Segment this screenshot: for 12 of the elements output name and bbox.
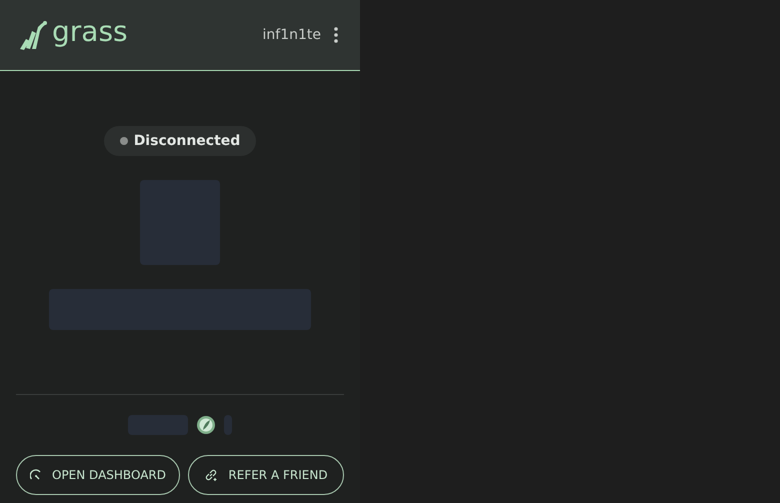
refer-button[interactable]: REFER A FRIEND bbox=[188, 455, 344, 495]
coin-icon bbox=[196, 415, 216, 435]
gauge-icon bbox=[30, 469, 42, 481]
username: inf1n1te bbox=[262, 26, 321, 44]
more-menu-icon[interactable] bbox=[334, 27, 338, 43]
status-label: Disconnected bbox=[134, 132, 240, 150]
leaf-logo-icon bbox=[18, 19, 48, 51]
loading-skeleton bbox=[224, 415, 232, 435]
link-icon bbox=[204, 468, 218, 482]
loading-skeleton bbox=[128, 415, 188, 435]
dashboard-button[interactable]: OPEN DASHBOARD bbox=[16, 455, 180, 495]
brand-name: grass bbox=[52, 18, 128, 46]
